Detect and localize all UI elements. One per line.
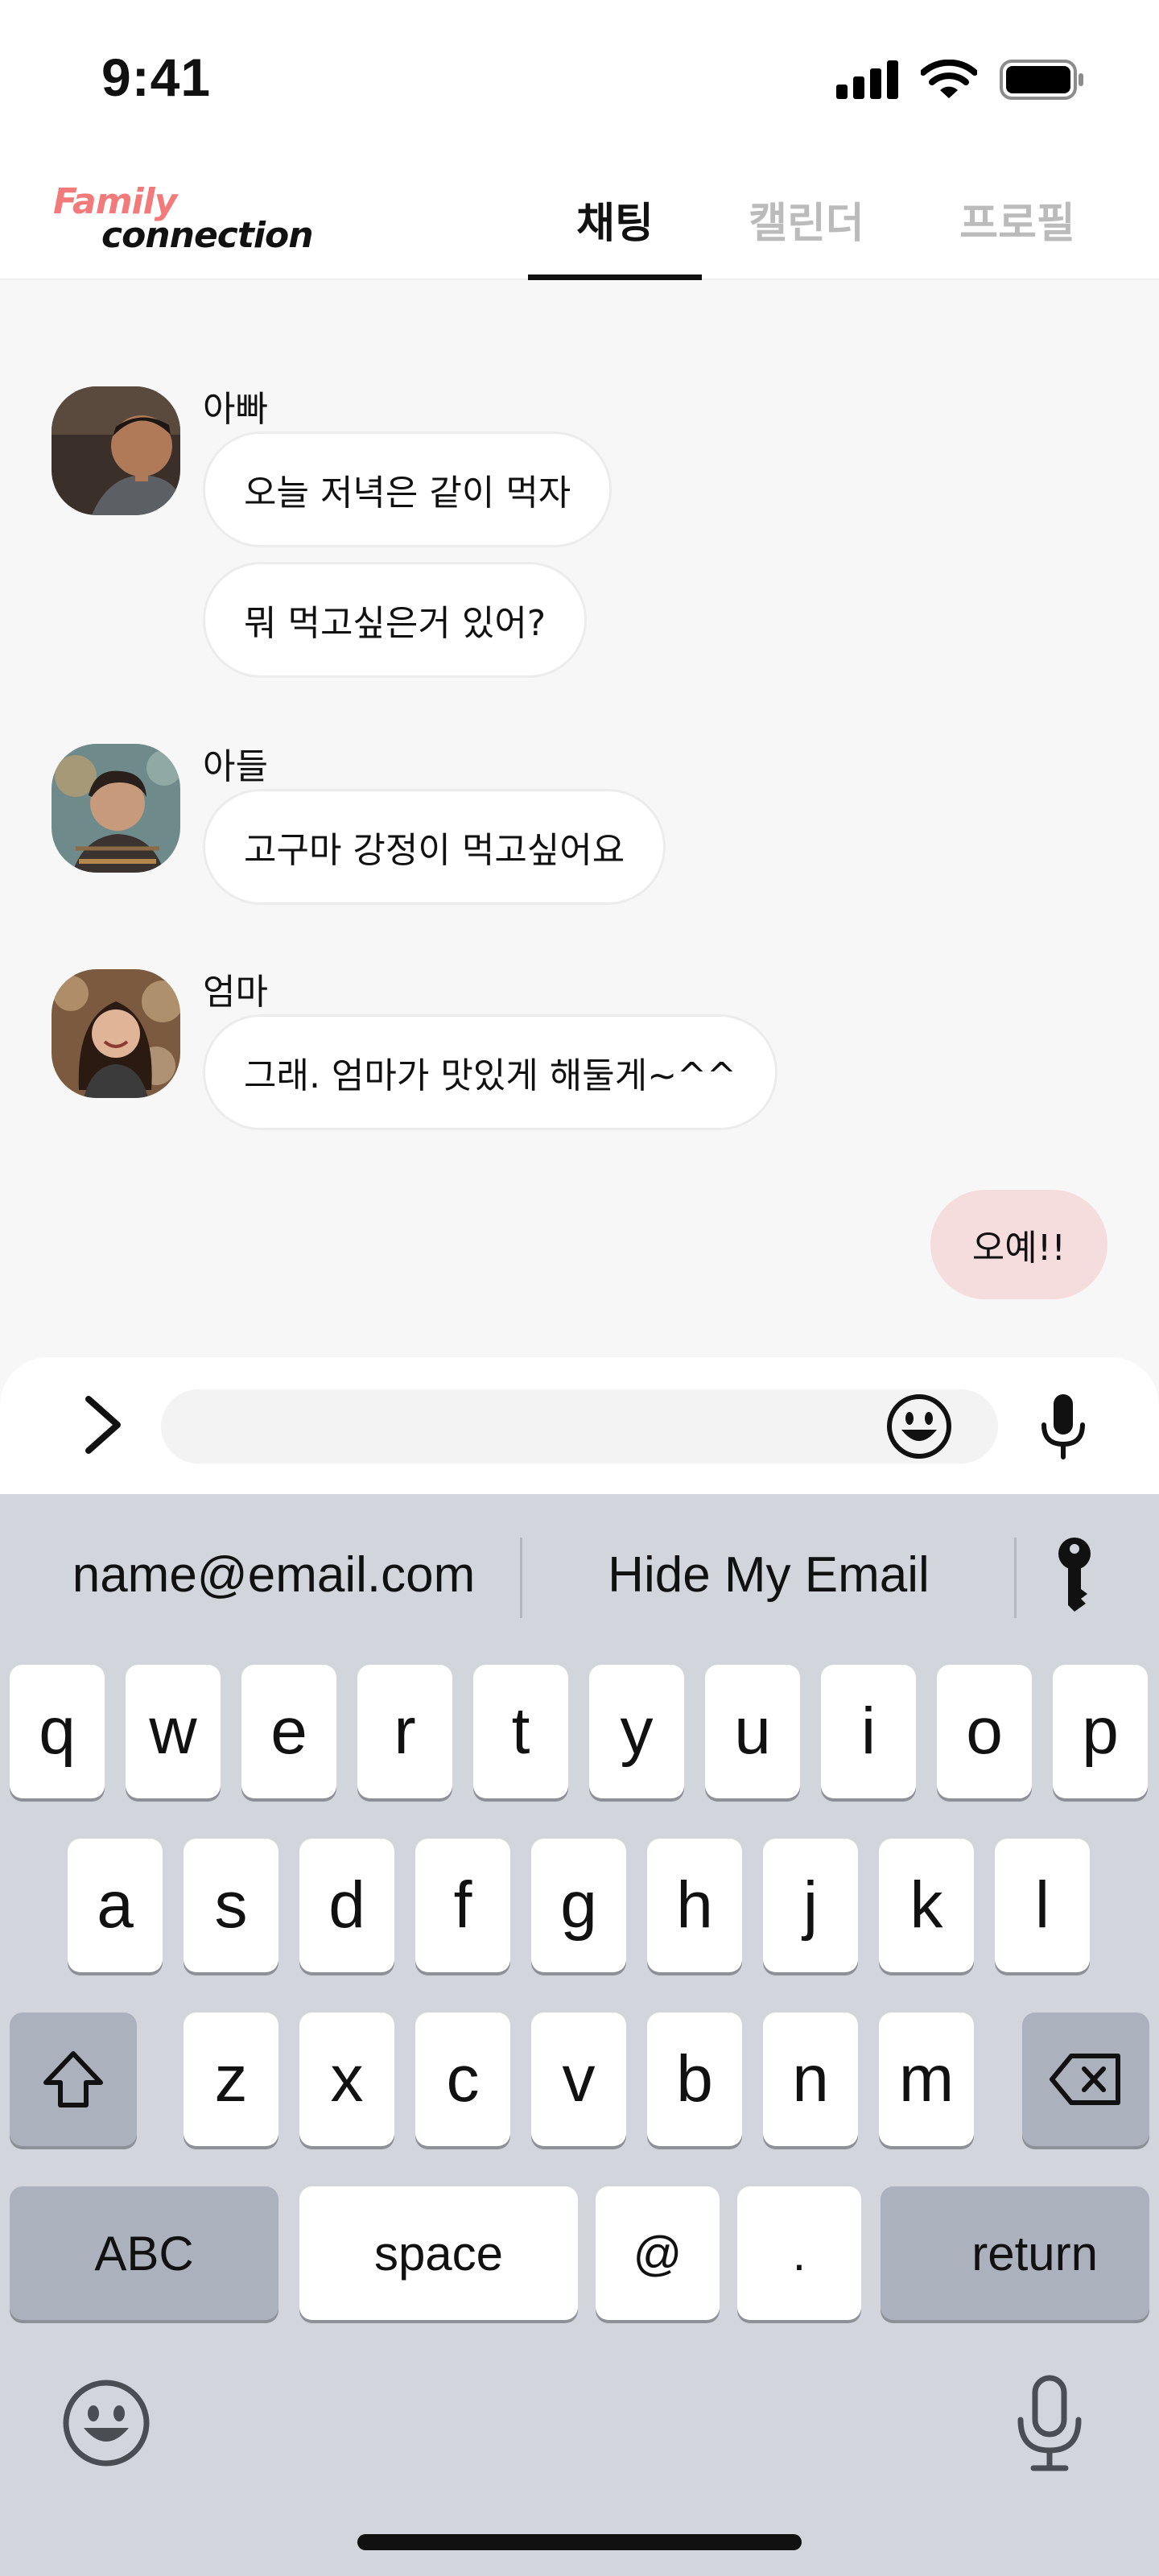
shift-icon	[43, 2051, 103, 2107]
key-e[interactable]: e	[241, 1665, 336, 1798]
abc-key[interactable]: ABC	[10, 2186, 278, 2320]
key-m[interactable]: m	[879, 2013, 974, 2146]
key-k[interactable]: k	[879, 1839, 974, 1972]
key-t[interactable]: t	[473, 1665, 568, 1798]
mom-avatar[interactable]	[52, 969, 180, 1098]
message-composer	[0, 1357, 1159, 1494]
app-header: Family connection 채팅 캘린더 프로필	[0, 158, 1159, 280]
dad-avatar[interactable]	[52, 386, 180, 515]
key-l[interactable]: l	[995, 1839, 1090, 1972]
suggestion-email[interactable]: name@email.com	[32, 1534, 515, 1615]
space-key[interactable]: space	[299, 2186, 578, 2320]
key-i[interactable]: i	[821, 1665, 916, 1798]
sender-name: 엄마	[203, 972, 268, 1013]
key-z[interactable]: z	[184, 2013, 278, 2146]
key-f[interactable]: f	[415, 1839, 510, 1972]
key-c[interactable]: c	[415, 2013, 510, 2146]
message-bubble[interactable]: 그래. 엄마가 맛있게 해둘게~^^	[203, 1014, 777, 1130]
key-v[interactable]: v	[531, 2013, 626, 2146]
battery-icon	[1000, 60, 1083, 100]
key-o[interactable]: o	[937, 1665, 1032, 1798]
backspace-key[interactable]	[1022, 2013, 1149, 2146]
my-message-bubble[interactable]: 오예!!	[930, 1190, 1107, 1299]
dictation-icon[interactable]	[1011, 2373, 1088, 2473]
dot-key[interactable]: .	[737, 2186, 861, 2320]
tab-chat[interactable]: 채팅	[528, 158, 702, 280]
autofill-suggestions: name@email.com Hide My Email	[0, 1494, 1159, 1655]
suggestion-divider	[520, 1538, 522, 1618]
key-r[interactable]: r	[357, 1665, 452, 1798]
status-icons	[836, 60, 1085, 100]
key-w[interactable]: w	[126, 1665, 221, 1798]
key-q[interactable]: q	[10, 1665, 105, 1798]
backspace-icon	[1050, 2054, 1120, 2105]
message-bubble[interactable]: 고구마 강정이 먹고싶어요	[203, 789, 666, 905]
suggestion-hide-my-email[interactable]: Hide My Email	[531, 1534, 1006, 1615]
key-g[interactable]: g	[531, 1839, 626, 1972]
return-key[interactable]: return	[881, 2186, 1149, 2320]
key-a[interactable]: a	[68, 1839, 163, 1972]
chat-thread: 아빠 오늘 저녁은 같이 먹자 뭐 먹고싶은거 있어? 아들 고구마 강정이 먹…	[0, 280, 1159, 1359]
key-u[interactable]: u	[705, 1665, 800, 1798]
key-j[interactable]: j	[763, 1839, 858, 1972]
sender-name: 아들	[203, 746, 268, 787]
key-b[interactable]: b	[647, 2013, 742, 2146]
home-indicator[interactable]	[357, 2534, 802, 2550]
key-y[interactable]: y	[589, 1665, 684, 1798]
at-key[interactable]: @	[596, 2186, 720, 2320]
cellular-signal-icon	[836, 60, 898, 99]
son-avatar[interactable]	[52, 744, 180, 873]
microphone-icon[interactable]	[1027, 1386, 1099, 1467]
key-d[interactable]: d	[299, 1839, 394, 1972]
status-time: 9:41	[101, 47, 212, 107]
key-n[interactable]: n	[763, 2013, 858, 2146]
keyboard: name@email.com Hide My Email q w e r t y…	[0, 1494, 1159, 2576]
key-icon[interactable]	[1022, 1534, 1127, 1615]
message-bubble[interactable]: 뭐 먹고싶은거 있어?	[203, 562, 588, 678]
status-bar: 9:41	[0, 0, 1159, 158]
wifi-icon	[921, 60, 977, 98]
logo-line1: Family	[53, 181, 177, 222]
smiley-icon[interactable]	[882, 1389, 956, 1463]
message-bubble[interactable]: 오늘 저녁은 같이 먹자	[203, 431, 612, 547]
sender-name: 아빠	[203, 389, 268, 430]
key-s[interactable]: s	[184, 1839, 278, 1972]
emoji-icon[interactable]	[61, 2378, 151, 2468]
tab-profile[interactable]: 프로필	[942, 158, 1093, 280]
chevron-right-icon[interactable]	[71, 1393, 135, 1457]
key-x[interactable]: x	[299, 2013, 394, 2146]
message-input[interactable]	[161, 1389, 998, 1463]
shift-key[interactable]	[10, 2013, 137, 2146]
app-logo: Family connection	[53, 181, 314, 256]
logo-line2: connection	[101, 214, 314, 256]
tab-calendar[interactable]: 캘린더	[731, 158, 882, 280]
suggestion-divider	[1014, 1538, 1017, 1618]
key-h[interactable]: h	[647, 1839, 742, 1972]
key-p[interactable]: p	[1053, 1665, 1148, 1798]
